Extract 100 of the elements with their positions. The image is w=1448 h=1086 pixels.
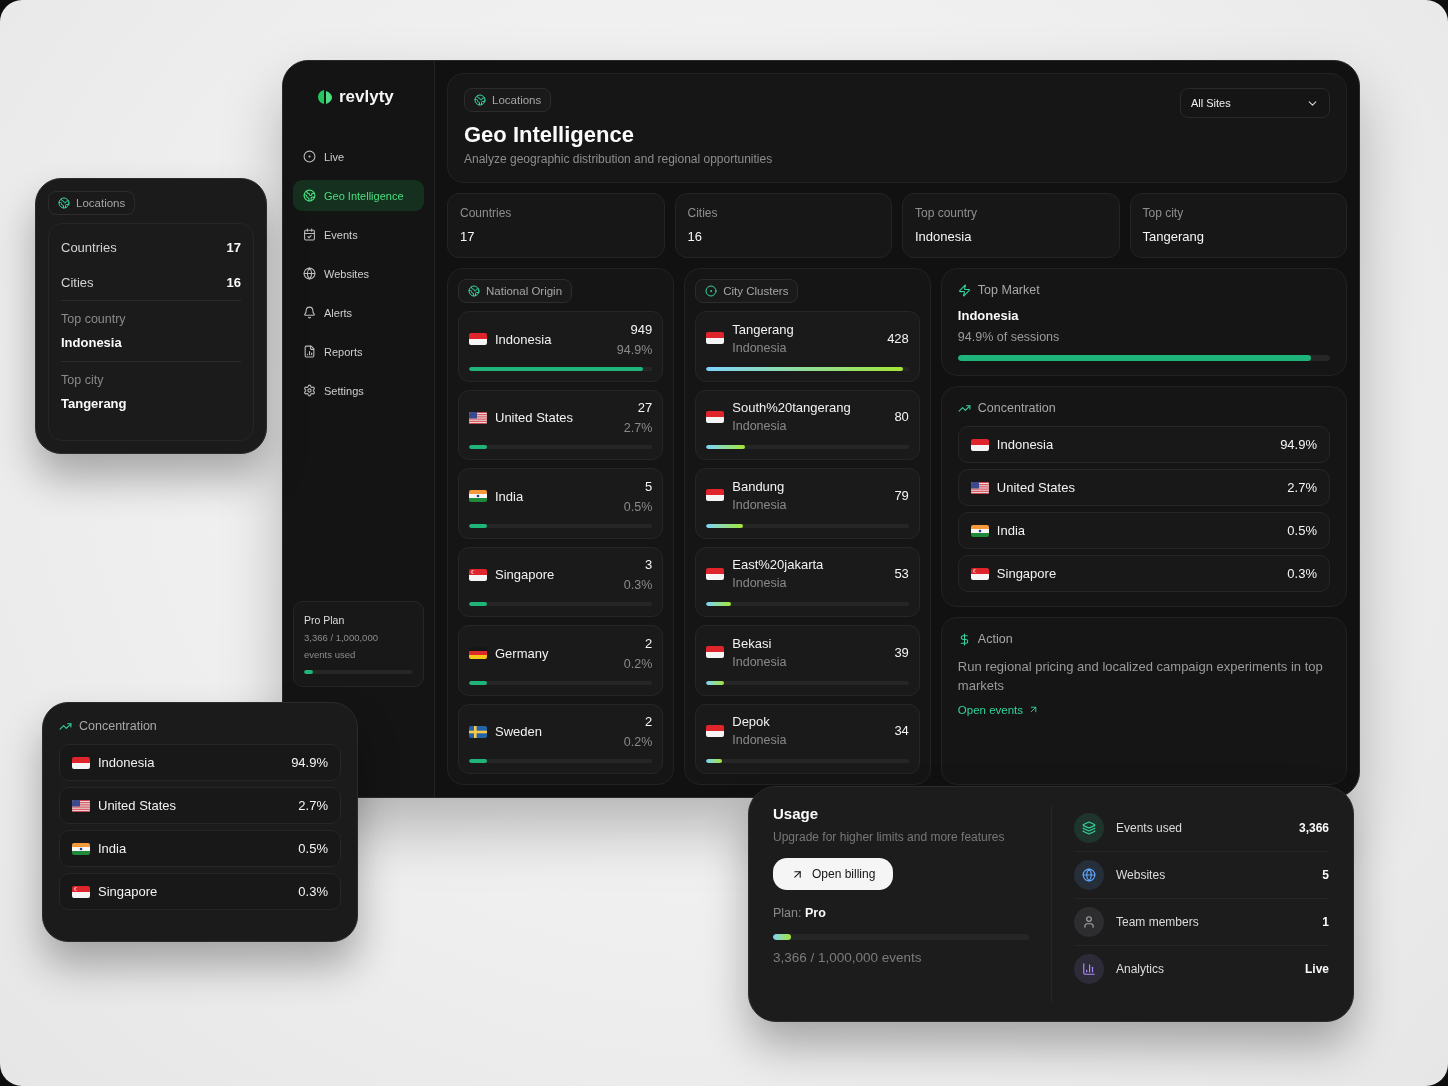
share-percent: 2.7%: [623, 421, 653, 436]
country-name: Singapore: [98, 884, 158, 899]
flag-icon: [469, 411, 487, 424]
country-name: United States: [495, 410, 574, 426]
action-text: Run regional pricing and localized campaign experiments in top markets: [957, 658, 1324, 695]
visit-count: 3: [645, 557, 653, 573]
stat-label: Top country: [61, 312, 126, 326]
stat-value: 1: [1322, 915, 1329, 929]
nav-item[interactable]: Websites: [293, 258, 424, 289]
plan-caption: events used: [304, 649, 356, 660]
flag-icon: [970, 524, 989, 537]
site-select[interactable]: All Sites: [1180, 88, 1330, 118]
usage-title: Usage: [773, 805, 819, 822]
market-caption: 94.9% of sessions: [957, 330, 1060, 344]
section-label: Locations: [492, 94, 542, 106]
stat-value: Live: [1305, 962, 1329, 976]
globe-icon: [474, 94, 486, 106]
country-name: United States: [996, 480, 1075, 495]
stat-label: Countries: [61, 240, 117, 255]
share-percent: 0.2%: [623, 735, 653, 750]
section-label: National Origin: [486, 285, 563, 297]
bell-icon: [303, 306, 316, 319]
stat-label: Top city: [1142, 206, 1184, 220]
country-name: Indonesia: [732, 576, 787, 591]
open-events-link[interactable]: Open events: [957, 703, 1040, 716]
country-name: Indonesia: [732, 733, 787, 748]
usage-subtitle: Upgrade for higher limits and more features: [773, 830, 1005, 844]
visit-count: 5: [645, 478, 653, 494]
share-percent: 0.5%: [1287, 523, 1317, 538]
circle-dot-icon: [705, 285, 718, 297]
share-percent: 94.9%: [291, 755, 328, 770]
plan-text: Plan: Pro: [773, 906, 826, 920]
visit-count: 2: [645, 714, 653, 730]
market-country: Indonesia: [957, 308, 1019, 323]
visit-count: 79: [894, 487, 909, 503]
stat-label: Top country: [915, 206, 978, 220]
stat-value: 17: [460, 229, 475, 244]
globe-icon: [58, 197, 70, 209]
plan-usage: 3,366 / 1,000,000: [304, 632, 378, 643]
globe-icon: [468, 285, 480, 297]
nav-item[interactable]: Reports: [293, 336, 424, 367]
calendar-icon: [303, 228, 316, 241]
open-billing-button[interactable]: Open billing: [773, 858, 894, 890]
visit-count: 34: [894, 723, 909, 739]
nav-item[interactable]: Events: [293, 219, 424, 250]
visit-count: 2: [645, 635, 653, 651]
flag-icon: [469, 490, 487, 503]
country-name: India: [98, 841, 127, 856]
stat-value: Tangerang: [1142, 229, 1204, 244]
country-name: Sweden: [495, 724, 542, 740]
zap-icon: [957, 283, 971, 297]
flag-icon: [706, 567, 725, 580]
stat-label: Websites: [1116, 868, 1167, 882]
city-name: Bekasi: [732, 635, 772, 651]
nav-item[interactable]: Geo Intelligence: [293, 180, 424, 211]
section-label: Locations: [76, 197, 126, 209]
country-name: Indonesia: [732, 419, 787, 434]
flag-icon: [72, 756, 90, 769]
section-label: City Clusters: [723, 285, 789, 297]
stat-label: Analytics: [1116, 962, 1166, 976]
visit-count: 53: [894, 566, 909, 582]
card-title: Concentration: [977, 401, 1056, 415]
nav-item[interactable]: Settings: [293, 375, 424, 406]
country-name: Singapore: [996, 566, 1057, 581]
stat-value: 17: [226, 240, 241, 255]
city-name: Bandung: [732, 478, 785, 494]
country-name: India: [996, 523, 1026, 538]
share-percent: 0.5%: [623, 499, 653, 514]
city-name: East%20jakarta: [732, 557, 824, 573]
flag-icon: [469, 333, 487, 346]
share-percent: 2.7%: [298, 798, 328, 813]
stat-value: 16: [226, 275, 241, 290]
country-name: Indonesia: [732, 654, 787, 669]
card-title: Top Market: [977, 283, 1040, 297]
city-name: South%20tangerang: [732, 400, 851, 416]
share-percent: 0.3%: [623, 578, 653, 593]
nav-item[interactable]: Live: [293, 141, 424, 172]
logo-icon: [317, 89, 333, 105]
country-name: United States: [98, 798, 177, 813]
country-name: Singapore: [495, 567, 555, 583]
chart-file-icon: [303, 345, 316, 358]
stat-label: Cities: [61, 275, 94, 290]
stat-value: 5: [1322, 868, 1329, 882]
stat-label: Top city: [61, 373, 104, 387]
flag-icon: [706, 332, 725, 345]
country-name: Indonesia: [732, 497, 787, 512]
flag-icon: [970, 481, 989, 494]
share-percent: 2.7%: [1287, 480, 1317, 495]
visit-count: 80: [894, 409, 909, 425]
flag-icon: [970, 438, 989, 451]
country-name: Indonesia: [495, 331, 552, 347]
nav-item[interactable]: Alerts: [293, 297, 424, 328]
flag-icon: [706, 724, 725, 737]
usage-caption: 3,366 / 1,000,000 events: [773, 950, 922, 965]
stat-value: Indonesia: [61, 335, 122, 350]
stat-value: Tangerang: [61, 396, 127, 411]
flag-icon: [469, 725, 487, 738]
card-title: Concentration: [79, 719, 157, 733]
stat-label: Events used: [1116, 821, 1184, 835]
stat-value: Indonesia: [915, 229, 972, 244]
